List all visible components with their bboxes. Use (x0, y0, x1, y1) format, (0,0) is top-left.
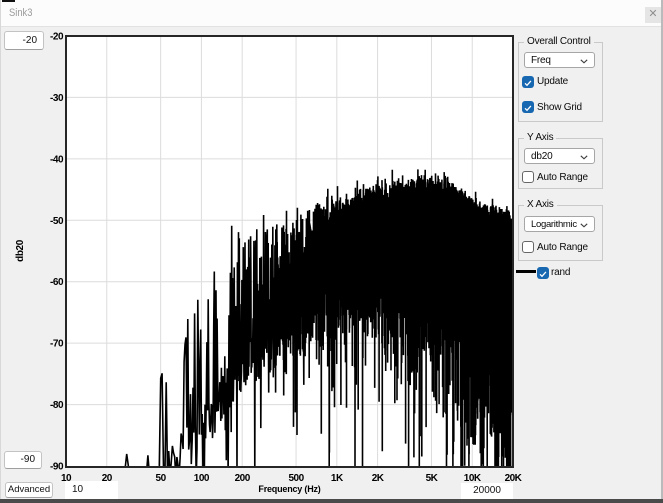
svg-text:db20: db20 (15, 239, 26, 262)
svg-text:-20: -20 (50, 32, 64, 43)
svg-text:-70: -70 (50, 339, 64, 350)
svg-text:Frequency (Hz): Frequency (Hz) (258, 484, 320, 494)
svg-text:500: 500 (289, 473, 305, 484)
svg-text:-60: -60 (50, 277, 64, 288)
svg-text:1K: 1K (331, 473, 344, 484)
svg-text:100: 100 (194, 473, 210, 484)
svg-text:50: 50 (156, 473, 167, 484)
svg-text:-40: -40 (50, 154, 64, 165)
svg-text:-30: -30 (50, 93, 64, 104)
svg-text:-50: -50 (50, 216, 64, 227)
svg-text:2K: 2K (372, 473, 385, 484)
svg-text:-90: -90 (50, 462, 64, 473)
svg-text:5K: 5K (426, 473, 439, 484)
svg-text:-80: -80 (50, 400, 64, 411)
svg-text:200: 200 (235, 473, 251, 484)
